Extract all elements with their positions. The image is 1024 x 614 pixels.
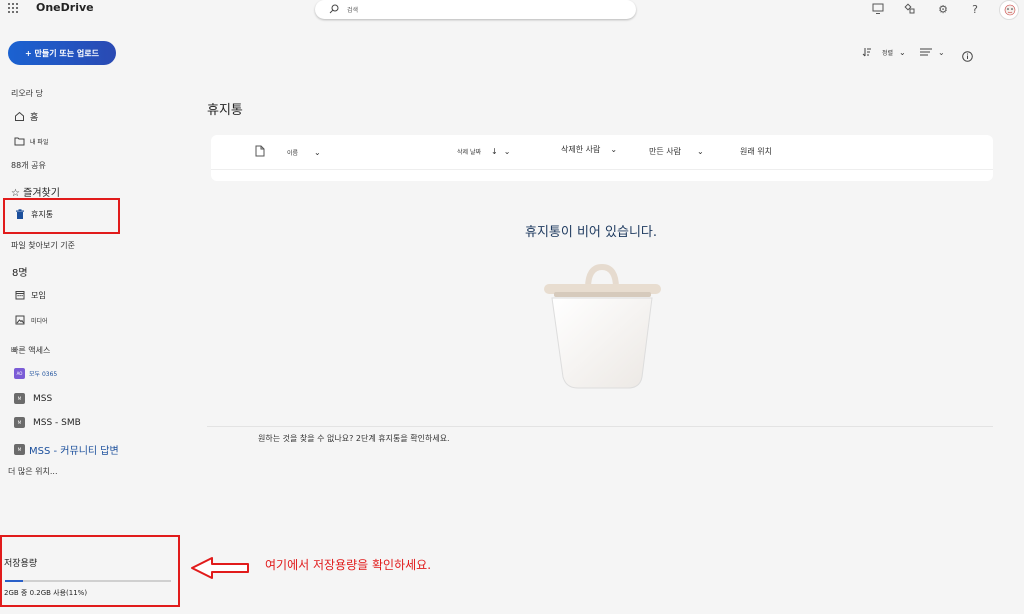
- column-label: 이름: [287, 150, 299, 157]
- annotation-arrow-icon: [191, 557, 249, 579]
- quick-access-item[interactable]: M MSS - SMB: [14, 417, 81, 428]
- calendar-icon: [14, 289, 26, 301]
- monitor-icon[interactable]: [871, 2, 885, 16]
- chevron-down-icon: ⌄: [610, 145, 618, 154]
- search-icon: [329, 4, 339, 14]
- file-list-header: 이름 ⌄ 삭제 날짜 ↓ ⌄ 삭제한 사람 ⌄ 만든 사람 ⌄ 원래 위치: [211, 135, 993, 181]
- sort-arrow-icon: ↓: [491, 147, 498, 156]
- column-label: 삭제 날짜: [457, 149, 481, 156]
- divider: [211, 169, 993, 170]
- top-bar: OneDrive 검색 ⚙ ?: [0, 0, 1024, 20]
- column-header-deleted-by[interactable]: 삭제한 사람 ⌄: [561, 144, 617, 155]
- sort-label: 정렬: [882, 49, 894, 57]
- search-box[interactable]: 검색: [315, 0, 636, 19]
- column-label: 원래 위치: [740, 147, 772, 156]
- quick-access-label: 빠른 액세스: [11, 346, 51, 355]
- view-options-button[interactable]: ⌄: [920, 47, 945, 57]
- home-icon: [13, 111, 25, 123]
- column-header-deleted-date[interactable]: 삭제 날짜 ↓ ⌄: [457, 147, 510, 156]
- empty-state-message: 휴지통이 비어 있습니다.: [525, 225, 657, 240]
- sidebar-item-label: 미디어: [31, 317, 48, 325]
- sidebar-item-favorites[interactable]: ☆ 즐겨찾기: [11, 184, 60, 199]
- gear-icon[interactable]: ⚙: [936, 2, 950, 16]
- annotation-text: 여기에서 저장용량을 확인하세요.: [265, 558, 432, 572]
- folder-icon: [13, 135, 25, 147]
- sidebar-item-home[interactable]: 홈: [13, 110, 38, 123]
- storage-usage-text: 2GB 중 0.2GB 사용(11%): [4, 589, 88, 597]
- diamond-icon[interactable]: [903, 2, 917, 16]
- site-badge-icon: M: [14, 417, 25, 428]
- quick-access-item[interactable]: M MSS: [14, 393, 52, 404]
- site-badge-icon: M: [14, 444, 25, 455]
- empty-trash-illustration-icon: [544, 263, 661, 389]
- avatar[interactable]: [999, 0, 1019, 20]
- quick-access-item-label: MSS - 커뮤니티 답변: [29, 446, 119, 457]
- quick-access-item[interactable]: AO 모두 0365: [14, 368, 57, 379]
- user-section-label: 리오라 당: [11, 89, 43, 98]
- sidebar-item-label: 내 파일: [30, 138, 49, 146]
- quick-access-item[interactable]: M MSS - 커뮤니티 답변: [14, 442, 119, 457]
- column-header-created-by[interactable]: 만든 사람 ⌄: [649, 146, 704, 157]
- second-stage-hint-link[interactable]: 원하는 것을 찾을 수 없나요? 2단계 휴지통을 확인하세요.: [258, 433, 450, 444]
- browse-section-label: 파일 찾아보기 기준: [11, 241, 75, 250]
- storage-title[interactable]: 저장용량: [4, 556, 37, 569]
- column-label: 만든 사람: [649, 147, 681, 156]
- sort-button[interactable]: 정렬 ⌄: [862, 47, 906, 57]
- column-header-original-location[interactable]: 원래 위치: [740, 146, 772, 157]
- storage-progress-bar: [5, 580, 171, 582]
- help-icon[interactable]: ?: [968, 2, 982, 16]
- info-icon[interactable]: [962, 47, 973, 66]
- create-upload-button[interactable]: + 만들기 또는 업로드: [8, 41, 116, 65]
- chevron-down-icon: ⌄: [503, 147, 511, 156]
- chevron-down-icon: ⌄: [938, 47, 945, 57]
- quick-access-item-label: MSS - SMB: [33, 417, 81, 428]
- sidebar-item-label: 홈: [30, 113, 39, 123]
- list-view-icon: [920, 48, 932, 56]
- sidebar-item-label: 모임: [31, 290, 46, 300]
- sidebar-item-my-files[interactable]: 내 파일: [13, 135, 48, 147]
- sidebar-item-media[interactable]: 미디어: [14, 314, 48, 326]
- chevron-down-icon: ⌄: [696, 147, 704, 156]
- file-type-icon[interactable]: [255, 145, 265, 157]
- recycle-bin-highlight-box: [3, 198, 120, 234]
- column-header-name[interactable]: 이름 ⌄: [287, 148, 321, 157]
- site-badge-icon: M: [14, 393, 25, 404]
- sidebar-item-shared[interactable]: 88개 공유: [11, 160, 46, 171]
- app-launcher-icon[interactable]: [8, 3, 19, 14]
- quick-access-item-label: MSS: [33, 393, 53, 404]
- chevron-down-icon: ⌄: [899, 47, 906, 57]
- search-input[interactable]: 검색: [347, 5, 358, 14]
- column-label: 삭제한 사람: [561, 145, 601, 154]
- image-icon: [14, 314, 26, 326]
- sidebar-item-people[interactable]: 8명: [12, 264, 28, 279]
- chevron-down-icon: ⌄: [314, 148, 321, 157]
- site-badge-icon: AO: [14, 368, 25, 379]
- storage-progress-fill: [5, 580, 24, 582]
- sort-icon: [862, 48, 871, 57]
- page-title: 휴지통: [207, 103, 243, 118]
- app-title[interactable]: OneDrive: [36, 1, 94, 14]
- more-places-link[interactable]: 더 많은 위치...: [8, 466, 58, 477]
- quick-access-item-label: 모두 0365: [29, 371, 58, 378]
- divider: [207, 426, 993, 427]
- sidebar-item-meetings[interactable]: 모임: [14, 289, 46, 301]
